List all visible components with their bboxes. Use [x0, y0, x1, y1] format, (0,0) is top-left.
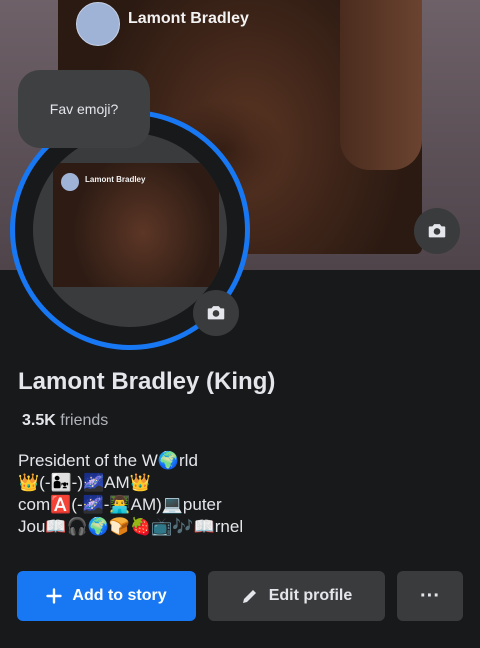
note-bubble-text: Fav emoji?: [49, 101, 119, 117]
bio-line: President of the W🌍rld: [18, 451, 198, 470]
bio-line: 👑(-👨‍👧-)🌌AM👑: [18, 473, 151, 492]
friends-count-label: friends: [60, 412, 109, 429]
edit-profile-label: Edit profile: [268, 587, 353, 604]
camera-icon: [428, 224, 446, 238]
note-bubble[interactable]: Fav emoji?: [18, 70, 150, 148]
edit-cover-photo-button[interactable]: [414, 208, 460, 254]
cover-overlay-avatar: [76, 2, 120, 46]
more-icon: ···: [420, 584, 440, 607]
edit-profile-picture-button[interactable]: [193, 290, 239, 336]
plus-icon: [46, 588, 63, 604]
bio-line: Jou📖🎧🌍🍞🍓📺🎶📖rnel: [18, 517, 244, 536]
edit-profile-button[interactable]: Edit profile: [208, 571, 385, 621]
camera-icon: [207, 306, 225, 320]
add-to-story-label: Add to story: [72, 587, 167, 604]
profile-photo-overlay-name: Lamont Bradley: [85, 175, 146, 184]
profile-photo-overlay-avatar: [61, 173, 79, 191]
profile-name: Lamont Bradley (King): [18, 368, 276, 395]
cover-overlay-name: Lamont Bradley: [128, 10, 249, 27]
profile-bio: President of the W🌍rld 👑(-👨‍👧-)🌌AM👑 com🅰…: [18, 450, 243, 538]
more-options-button[interactable]: ···: [397, 571, 463, 621]
bio-line: com🅰️(-🌌-👨‍💻AM)💻puter: [18, 495, 222, 514]
pencil-icon: [241, 587, 259, 605]
friends-count-number: 3.5K: [22, 412, 56, 429]
add-to-story-button[interactable]: Add to story: [17, 571, 196, 621]
friends-count[interactable]: 3.5K friends: [22, 412, 108, 430]
cover-photo-detail: [340, 0, 422, 170]
